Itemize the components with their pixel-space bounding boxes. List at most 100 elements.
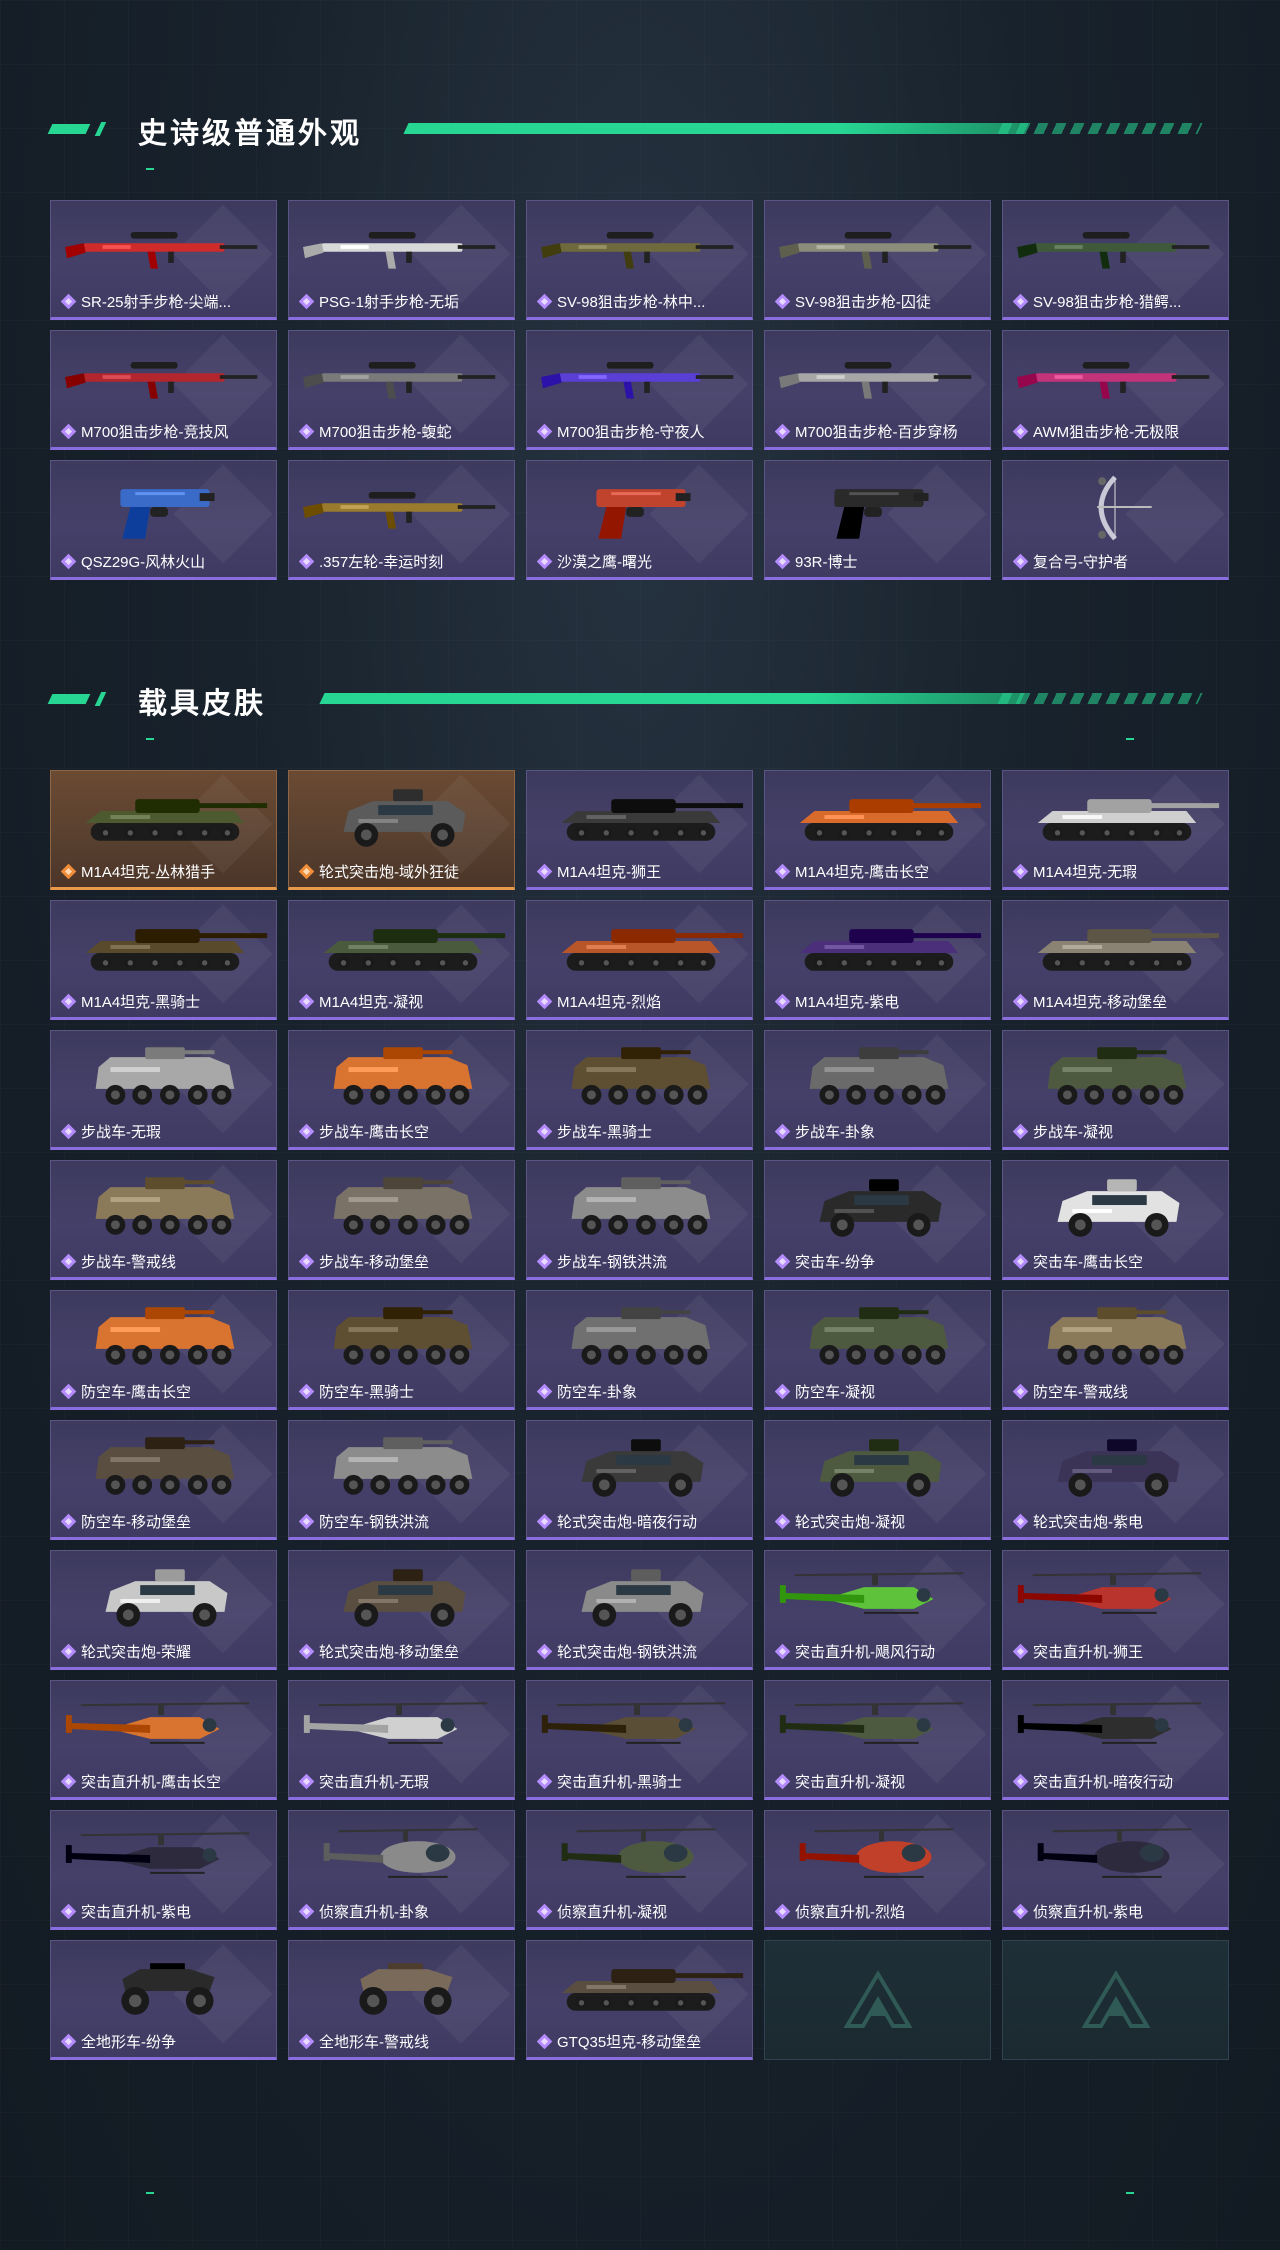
skin-card[interactable]: 突击直升机-无瑕 (288, 1680, 515, 1800)
skin-card[interactable]: 步战车-鹰击长空 (288, 1030, 515, 1150)
skin-card[interactable]: M700狙击步枪-守夜人 (526, 330, 753, 450)
card-label: 突击直升机-黑骑士 (537, 1771, 746, 1792)
skin-card[interactable]: QSZ29G-风林火山 (50, 460, 277, 580)
skin-card[interactable]: 突击直升机-暗夜行动 (1002, 1680, 1229, 1800)
skin-name: M1A4坦克-黑骑士 (81, 994, 201, 1011)
skin-card[interactable]: 防空车-警戒线 (1002, 1290, 1229, 1410)
skin-card[interactable]: 轮式突击炮-暗夜行动 (526, 1420, 753, 1540)
skin-card[interactable]: 侦察直升机-凝视 (526, 1810, 753, 1930)
section-header: 载具皮肤 (0, 668, 1280, 740)
skin-card[interactable]: 轮式突击炮-荣耀 (50, 1550, 277, 1670)
skin-card[interactable]: 防空车-鹰击长空 (50, 1290, 277, 1410)
skin-card[interactable]: M1A4坦克-紫电 (764, 900, 991, 1020)
car-image (1003, 1167, 1228, 1247)
skin-card[interactable]: 轮式突击炮-凝视 (764, 1420, 991, 1540)
skin-card[interactable]: 侦察直升机-卦象 (288, 1810, 515, 1930)
skin-card[interactable]: M1A4坦克-烈焰 (526, 900, 753, 1020)
skin-card[interactable]: 突击车-纷争 (764, 1160, 991, 1280)
skin-card[interactable]: 全地形车-警戒线 (288, 1940, 515, 2060)
skin-card[interactable]: GTQ35坦克-移动堡垒 (526, 1940, 753, 2060)
skin-card[interactable]: 全地形车-纷争 (50, 1940, 277, 2060)
skin-card[interactable]: 突击车-鹰击长空 (1002, 1160, 1229, 1280)
rarity-icon (1013, 1514, 1028, 1529)
skin-name: M1A4坦克-狮王 (557, 864, 662, 881)
card-label: 防空车-黑骑士 (299, 1381, 508, 1402)
skin-card[interactable]: M1A4坦克-鹰击长空 (764, 770, 991, 890)
skin-card[interactable]: 防空车-凝视 (764, 1290, 991, 1410)
rarity-icon (299, 424, 314, 439)
skin-card[interactable]: M1A4坦克-凝视 (288, 900, 515, 1020)
skin-card[interactable]: SV-98狙击步枪-猎鳄... (1002, 200, 1229, 320)
skin-card[interactable]: M1A4坦克-丛林猎手 (50, 770, 277, 890)
skin-card[interactable]: M1A4坦克-黑骑士 (50, 900, 277, 1020)
card-label: 步战车-鹰击长空 (299, 1121, 508, 1142)
skin-card[interactable]: M700狙击步枪-百步穿杨 (764, 330, 991, 450)
skin-card[interactable]: 防空车-钢铁洪流 (288, 1420, 515, 1540)
skin-card[interactable]: SR-25射手步枪-尖端... (50, 200, 277, 320)
skin-card[interactable]: 沙漠之鹰-曙光 (526, 460, 753, 580)
skin-card[interactable]: 防空车-黑骑士 (288, 1290, 515, 1410)
skin-card[interactable]: 步战车-黑骑士 (526, 1030, 753, 1150)
apc-image (1003, 1297, 1228, 1377)
skin-card[interactable]: 步战车-警戒线 (50, 1160, 277, 1280)
skin-card[interactable]: 轮式突击炮-域外狂徒 (288, 770, 515, 890)
skin-name: 轮式突击炮-紫电 (1033, 1514, 1143, 1531)
rarity-icon (61, 294, 76, 309)
skin-card[interactable]: PSG-1射手步枪-无垢 (288, 200, 515, 320)
tank-image (765, 777, 990, 857)
skin-card[interactable]: 侦察直升机-紫电 (1002, 1810, 1229, 1930)
card-label: 轮式突击炮-暗夜行动 (537, 1511, 746, 1532)
card-label: 轮式突击炮-钢铁洪流 (537, 1641, 746, 1662)
card-label: 步战车-警戒线 (61, 1251, 270, 1272)
skin-card[interactable]: 轮式突击炮-移动堡垒 (288, 1550, 515, 1670)
skin-card[interactable]: SV-98狙击步枪-林中... (526, 200, 753, 320)
skin-card[interactable]: .357左轮-幸运时刻 (288, 460, 515, 580)
tank-image (527, 1947, 752, 2027)
skin-name: PSG-1射手步枪-无垢 (319, 294, 460, 311)
skin-name: M1A4坦克-丛林猎手 (81, 864, 216, 881)
skin-name: M700狙击步枪-竞技风 (81, 424, 229, 441)
rarity-icon (299, 994, 314, 1009)
rarity-icon (537, 1124, 552, 1139)
tank-image (527, 777, 752, 857)
skin-card[interactable]: 轮式突击炮-紫电 (1002, 1420, 1229, 1540)
skin-card[interactable]: M1A4坦克-移动堡垒 (1002, 900, 1229, 1020)
rifle-image (289, 467, 514, 547)
skin-card[interactable]: M700狙击步枪-竞技风 (50, 330, 277, 450)
heli-image (765, 1557, 990, 1637)
skin-card[interactable]: 步战车-移动堡垒 (288, 1160, 515, 1280)
skin-card[interactable]: 步战车-钢铁洪流 (526, 1160, 753, 1280)
skin-card[interactable]: 突击直升机-鹰击长空 (50, 1680, 277, 1800)
rarity-icon (537, 864, 552, 879)
rarity-icon (299, 1254, 314, 1269)
card-label: M700狙击步枪-百步穿杨 (775, 421, 984, 442)
skin-card[interactable]: AWM狙击步枪-无极限 (1002, 330, 1229, 450)
card-label: M1A4坦克-狮王 (537, 861, 746, 882)
skin-name: M1A4坦克-凝视 (319, 994, 424, 1011)
skin-card[interactable]: SV-98狙击步枪-囚徒 (764, 200, 991, 320)
rarity-icon (61, 554, 76, 569)
skin-card[interactable]: 突击直升机-黑骑士 (526, 1680, 753, 1800)
skin-card[interactable]: 突击直升机-紫电 (50, 1810, 277, 1930)
skin-card[interactable]: M700狙击步枪-蝮蛇 (288, 330, 515, 450)
skin-card[interactable]: 步战车-凝视 (1002, 1030, 1229, 1150)
skin-card[interactable]: 突击直升机-凝视 (764, 1680, 991, 1800)
skin-card[interactable]: 步战车-卦象 (764, 1030, 991, 1150)
skin-card[interactable]: 步战车-无瑕 (50, 1030, 277, 1150)
rifle-image (1003, 207, 1228, 287)
scout-image (765, 1817, 990, 1897)
skin-card[interactable]: 轮式突击炮-钢铁洪流 (526, 1550, 753, 1670)
rarity-icon (537, 1904, 552, 1919)
skin-card[interactable]: M1A4坦克-狮王 (526, 770, 753, 890)
card-label: SV-98狙击步枪-囚徒 (775, 291, 984, 312)
skin-card[interactable]: 93R-博士 (764, 460, 991, 580)
skin-card[interactable]: M1A4坦克-无瑕 (1002, 770, 1229, 890)
rarity-icon (775, 294, 790, 309)
skin-card[interactable]: 突击直升机-飓风行动 (764, 1550, 991, 1670)
skin-card[interactable]: 复合弓-守护者 (1002, 460, 1229, 580)
skin-card[interactable]: 侦察直升机-烈焰 (764, 1810, 991, 1930)
game-logo-icon (842, 1970, 913, 2028)
skin-card[interactable]: 防空车-卦象 (526, 1290, 753, 1410)
skin-card[interactable]: 突击直升机-狮王 (1002, 1550, 1229, 1670)
skin-card[interactable]: 防空车-移动堡垒 (50, 1420, 277, 1540)
